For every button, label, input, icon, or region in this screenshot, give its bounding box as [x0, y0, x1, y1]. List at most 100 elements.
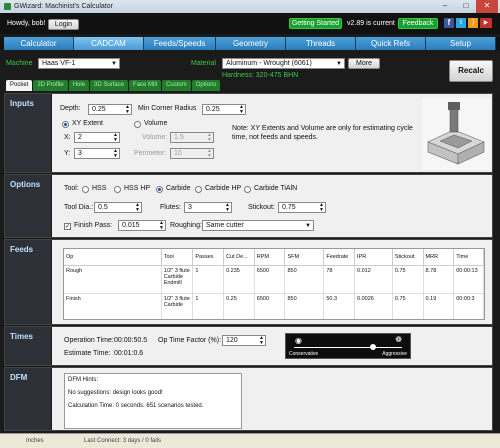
- machine-select[interactable]: Haas VF-1 ▼: [38, 58, 120, 69]
- tab-feeds-speeds[interactable]: Feeds/Speeds: [144, 37, 216, 50]
- feeds-section: Feeds Op Tool Passes Cut De... RPM SFM F…: [4, 239, 493, 325]
- tool-hss-label: HSS: [92, 185, 107, 192]
- facebook-icon[interactable]: f: [444, 18, 454, 28]
- depth-input[interactable]: 0.25 ▲ ▼: [88, 104, 132, 115]
- finish-pass-input[interactable]: 0.015 ▲ ▼: [118, 220, 166, 231]
- material-label: Material: [191, 60, 216, 67]
- tool-hss-hp-radio[interactable]: [114, 186, 121, 193]
- tab-pocket[interactable]: Pocket: [6, 80, 33, 91]
- spinner-icon[interactable]: ▲ ▼: [159, 221, 164, 231]
- op-time-factor-input[interactable]: 120 ▲ ▼: [222, 335, 266, 346]
- slider-track[interactable]: [294, 347, 402, 348]
- stickout-input[interactable]: 0.75 ▲ ▼: [278, 202, 326, 213]
- slider-thumb[interactable]: [370, 344, 376, 350]
- spinner-icon[interactable]: ▲ ▼: [225, 203, 230, 213]
- options-section: Options Tool: HSS HSS HP Carbide Carbide…: [4, 174, 493, 238]
- column-header[interactable]: MRR: [423, 249, 455, 266]
- column-header[interactable]: Stickout: [392, 249, 424, 266]
- tab-custom[interactable]: Custom: [162, 80, 191, 91]
- tab-face-mill[interactable]: Face Mill: [129, 80, 162, 91]
- dfm-calc-time: Calculation Time: 0 seconds. 651 scenari…: [68, 403, 204, 409]
- spinner-icon[interactable]: ▲ ▼: [113, 149, 118, 159]
- spinner-icon[interactable]: ▲ ▼: [125, 105, 130, 115]
- dfm-title: DFM: [10, 373, 28, 382]
- login-button[interactable]: Login: [48, 19, 79, 30]
- tab-cadcam[interactable]: CADCAM: [74, 37, 144, 50]
- maximize-icon[interactable]: □: [455, 0, 477, 13]
- xy-extent-radio[interactable]: [62, 121, 69, 128]
- aggressiveness-slider[interactable]: ◉ ❁ Conservative Aggressive: [285, 333, 411, 359]
- last-connect-text: Last Connect: 3 days / 0 fails: [84, 438, 162, 444]
- tab-hole[interactable]: Hole: [68, 80, 90, 91]
- close-icon[interactable]: ✕: [476, 0, 498, 13]
- table-row[interactable]: Finish 1/2" 3 flute Carbide 1 0.25 6500 …: [64, 293, 484, 319]
- tab-2d-profile[interactable]: 2D Profile: [33, 80, 68, 91]
- estimate-time-label: Estimate Time:: [64, 350, 111, 357]
- column-header[interactable]: RPM: [254, 249, 286, 266]
- spinner-icon[interactable]: ▲ ▼: [135, 203, 140, 213]
- column-header[interactable]: Cut De...: [223, 249, 255, 266]
- pocket-preview-image: [422, 98, 490, 170]
- machine-label: Machine: [6, 60, 33, 67]
- corner-radius-input[interactable]: 0.25 ▲ ▼: [202, 104, 246, 115]
- twitter-icon[interactable]: t: [456, 18, 466, 28]
- table-cell: 00:00:13: [453, 265, 484, 293]
- x-input[interactable]: 2 ▲ ▼: [74, 132, 120, 143]
- more-button[interactable]: More: [348, 58, 380, 69]
- tab-threads[interactable]: Threads: [286, 37, 356, 50]
- getting-started-button[interactable]: Getting Started: [289, 18, 342, 29]
- tool-hss-radio[interactable]: [82, 186, 89, 193]
- tool-carbide-hp-radio[interactable]: [195, 186, 202, 193]
- tool-carbide-hp-label: Carbide HP: [205, 185, 242, 192]
- flutes-input[interactable]: 3 ▲ ▼: [184, 202, 232, 213]
- volume-input[interactable]: 1.5 ▲ ▼: [170, 132, 214, 143]
- volume-field-label: Volume:: [142, 134, 168, 141]
- spinner-icon[interactable]: ▲ ▼: [113, 133, 118, 143]
- perimeter-input[interactable]: 10 ▲ ▼: [170, 148, 214, 159]
- tool-dia-input[interactable]: 0.5 ▲ ▼: [94, 202, 142, 213]
- app-icon: [4, 3, 11, 10]
- tab-3d-surface[interactable]: 3D Surface: [90, 80, 129, 91]
- finish-pass-label: Finish Pass:: [74, 222, 113, 229]
- column-header[interactable]: Op: [64, 249, 162, 266]
- tool-carbide-tialn-radio[interactable]: [244, 186, 251, 193]
- y-input[interactable]: 3 ▲ ▼: [74, 148, 120, 159]
- tool-carbide-tialn-label: Carbide TiAlN: [254, 185, 298, 192]
- tab-options[interactable]: Options: [191, 80, 221, 91]
- spinner-icon[interactable]: ▲ ▼: [239, 105, 244, 115]
- spinner-icon[interactable]: ▲ ▼: [259, 336, 264, 346]
- material-select[interactable]: Aluminum - Wrought (6061) ▼: [222, 58, 345, 69]
- minimize-icon[interactable]: –: [434, 0, 456, 13]
- recalc-button[interactable]: Recalc: [449, 60, 493, 82]
- spinner-icon: ▲ ▼: [207, 148, 212, 159]
- dfm-hints-title: DFM Hints:: [68, 377, 98, 383]
- table-cell: 1/2" 3 flute Carbide Endmill: [161, 265, 194, 293]
- column-header[interactable]: IPR: [354, 249, 393, 266]
- spinner-icon: ▲ ▼: [207, 132, 212, 143]
- column-header[interactable]: Tool: [161, 249, 194, 266]
- depth-label: Depth:: [60, 105, 81, 112]
- table-header-row: Op Tool Passes Cut De... RPM SFM Feedrat…: [64, 249, 484, 266]
- feeds-table-container: Op Tool Passes Cut De... RPM SFM Feedrat…: [63, 248, 485, 320]
- tool-carbide-radio[interactable]: [156, 186, 163, 193]
- tab-calculator[interactable]: Calculator: [4, 37, 74, 50]
- rss-icon[interactable]: ): [468, 18, 478, 28]
- feedback-button[interactable]: Feedback: [398, 18, 438, 29]
- tab-quick-refs[interactable]: Quick Refs: [356, 37, 426, 50]
- roughing-select[interactable]: Same cutter ▼: [202, 220, 314, 231]
- column-header[interactable]: Feedrate: [323, 249, 356, 266]
- volume-radio[interactable]: [134, 121, 141, 128]
- spinner-icon[interactable]: ▲ ▼: [319, 203, 324, 213]
- column-header[interactable]: SFM: [284, 249, 325, 266]
- column-header[interactable]: Passes: [192, 249, 225, 266]
- column-header[interactable]: Time: [453, 249, 484, 266]
- finish-pass-checkbox[interactable]: ✓: [64, 223, 71, 230]
- tab-setup[interactable]: Setup: [426, 37, 496, 50]
- table-cell: 0.75: [392, 265, 424, 293]
- youtube-icon[interactable]: ▶: [480, 18, 492, 28]
- machine-value: Haas VF-1: [42, 60, 76, 67]
- tab-geometry[interactable]: Geometry: [216, 37, 286, 50]
- stickout-label: Stickout:: [248, 204, 275, 211]
- table-row[interactable]: Rough 1/2" 3 flute Carbide Endmill 1 0.2…: [64, 265, 484, 293]
- table-cell: 50.3: [323, 293, 356, 319]
